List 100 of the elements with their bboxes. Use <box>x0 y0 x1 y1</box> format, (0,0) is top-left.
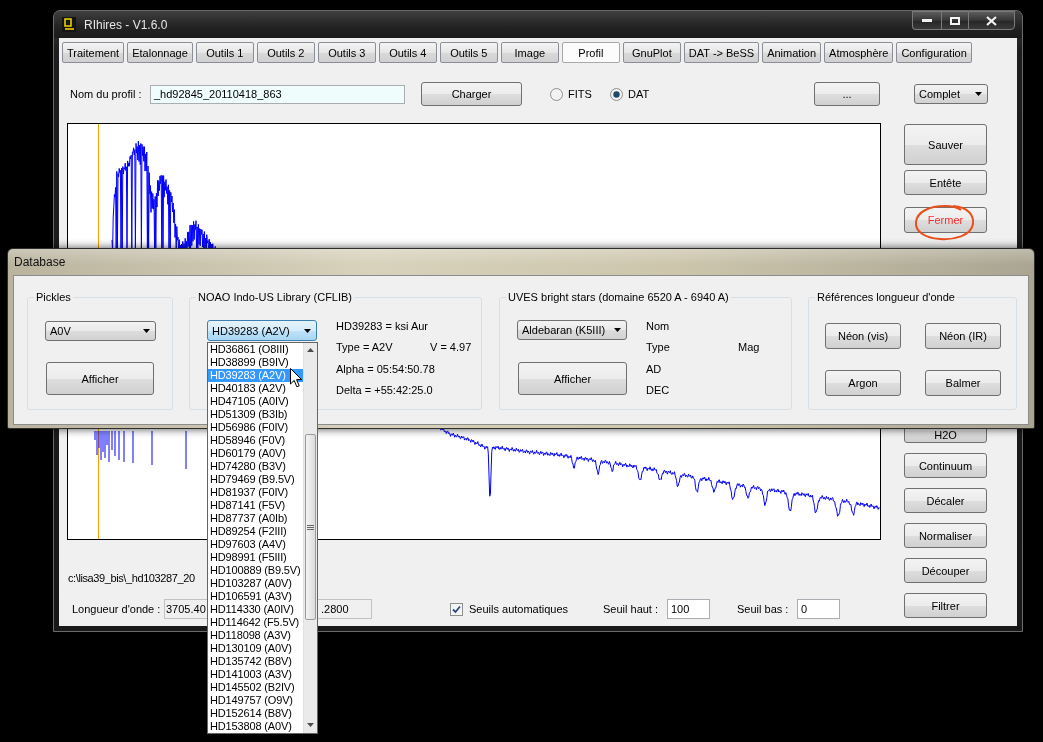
tab[interactable]: Outils 5 <box>439 42 498 63</box>
field-label: AD <box>646 362 662 375</box>
tab[interactable]: GnuPlot <box>622 42 681 63</box>
maximize-icon <box>950 16 960 25</box>
mouse-pointer-icon <box>290 368 303 388</box>
list-option[interactable]: HD149757 (O9V) <box>208 694 303 707</box>
dropdown[interactable]: A0V <box>45 321 156 341</box>
upper-threshold-field[interactable]: 100 <box>667 599 710 619</box>
list-option[interactable]: HD130109 (A0V) <box>208 642 303 655</box>
tab[interactable]: Traitement <box>62 42 125 63</box>
list-option[interactable]: HD153808 (A0V) <box>208 720 303 733</box>
tab[interactable]: Outils 3 <box>317 42 376 63</box>
tab[interactable]: DAT -> BeSS <box>683 42 760 63</box>
reference-button[interactable]: Néon (IR) <box>925 323 1001 349</box>
caret-icon <box>975 92 982 96</box>
field-label: Type <box>646 341 671 354</box>
side-button[interactable]: Entête <box>904 170 987 195</box>
tab[interactable]: Animation <box>762 42 822 63</box>
scroll-down-icon[interactable] <box>307 723 314 727</box>
tab[interactable]: Profil <box>561 42 620 63</box>
reference-button[interactable]: Argon <box>825 370 901 396</box>
list-option[interactable]: HD135742 (B8V) <box>208 655 303 668</box>
list-option[interactable]: HD89254 (F2III) <box>208 525 303 538</box>
radio-button[interactable] <box>550 87 563 101</box>
radio-label: DAT <box>628 88 650 100</box>
list-option[interactable]: HD36861 (O8III) <box>208 343 303 356</box>
side-button[interactable]: Décaler <box>904 488 987 513</box>
app-icon <box>62 17 76 32</box>
close-button[interactable] <box>968 11 1015 30</box>
dialog-title: Database <box>14 255 66 269</box>
reference-button[interactable]: Balmer <box>925 370 1001 396</box>
show-button[interactable]: Afficher <box>46 362 154 395</box>
lower-threshold-field[interactable]: 0 <box>797 599 840 619</box>
tab[interactable]: Outils 1 <box>195 42 254 63</box>
tab[interactable]: Outils 4 <box>378 42 437 63</box>
radio-button[interactable] <box>610 87 623 101</box>
list-option[interactable]: HD56986 (F0IV) <box>208 421 303 434</box>
list-option[interactable]: HD145502 (B2IV) <box>208 681 303 694</box>
tab[interactable]: Etalonnage <box>127 42 193 63</box>
list-option[interactable]: HD60179 (A0V) <box>208 447 303 460</box>
mode-dropdown[interactable]: Complet <box>914 84 988 104</box>
file-path: c:\lisa39_bis\_hd103287_20 <box>68 572 195 585</box>
list-option[interactable]: HD51309 (B3Ib) <box>208 408 303 421</box>
list-option[interactable]: HD103287 (A0V) <box>208 577 303 590</box>
side-button[interactable]: Sauver <box>904 124 987 165</box>
field-label: Nom <box>646 319 670 332</box>
list-option[interactable]: HD118098 (A3V) <box>208 629 303 642</box>
tab[interactable]: Atmosphère <box>824 42 894 63</box>
list-option[interactable]: HD74280 (B3V) <box>208 460 303 473</box>
dropdown[interactable]: Aldebaran (K5III) <box>517 320 627 340</box>
group-title: NOAO Indo-US Library (CFLIB) <box>197 290 354 304</box>
side-button[interactable]: Filtrer <box>904 593 987 618</box>
group-title: UVES bright stars (domaine 6520 A - 6940 A) <box>507 290 730 304</box>
reference-button[interactable]: Néon (vis) <box>825 323 901 349</box>
scroll-thumb[interactable] <box>305 434 316 620</box>
declination-text: Delta = +55:42:25.0 <box>336 384 433 397</box>
list-option[interactable]: HD79469 (B9.5V) <box>208 473 303 486</box>
group-title: Pickles <box>35 290 72 304</box>
list-option[interactable]: HD47105 (A0IV) <box>208 395 303 408</box>
checkbox[interactable] <box>450 602 463 616</box>
side-button[interactable]: Découper <box>904 558 987 583</box>
maximize-button[interactable] <box>941 11 968 30</box>
dropdown[interactable]: HD39283 (A2V) <box>207 320 317 341</box>
list-option[interactable]: HD87141 (F5V) <box>208 499 303 512</box>
caret-icon <box>143 329 150 333</box>
list-option[interactable]: HD100889 (B9.5V) <box>208 564 303 577</box>
load-button[interactable]: Charger <box>421 82 522 106</box>
list-option[interactable]: HD87737 (A0Ib) <box>208 512 303 525</box>
scroll-up-icon[interactable] <box>307 348 314 352</box>
caret-icon <box>304 328 311 333</box>
list-option[interactable]: HD152614 (B8V) <box>208 707 303 720</box>
list-option[interactable]: HD98991 (F5III) <box>208 551 303 564</box>
side-button[interactable]: Normaliser <box>904 523 987 548</box>
list-option[interactable]: HD97603 (A4V) <box>208 538 303 551</box>
minimize-button[interactable] <box>912 11 941 30</box>
group-title: Références longueur d'onde <box>816 290 956 304</box>
show-button[interactable]: Afficher <box>518 362 627 395</box>
scrollbar[interactable] <box>303 343 317 733</box>
star-name-text: HD39283 = ksi Aur <box>336 319 429 332</box>
grip-icon <box>307 524 314 530</box>
radio-label: FITS <box>568 88 592 100</box>
field-label: Nom du profil : <box>70 88 143 100</box>
side-button[interactable]: Continuum <box>904 453 987 478</box>
tab[interactable]: Outils 2 <box>256 42 315 63</box>
browse-button[interactable]: ... <box>814 82 880 106</box>
list-option[interactable]: HD81937 (F0IV) <box>208 486 303 499</box>
list-option[interactable]: HD58946 (F0V) <box>208 434 303 447</box>
list-option[interactable]: HD38899 (B9IV) <box>208 356 303 369</box>
caret-icon <box>614 328 621 332</box>
field-label: DEC <box>646 384 670 397</box>
profile-name-field[interactable]: _hd92845_20110418_863 <box>150 84 405 104</box>
spectral-type-text: Type = A2V <box>336 341 394 354</box>
list-option[interactable]: HD114642 (F5.5V) <box>208 616 303 629</box>
tab[interactable]: Configuration <box>896 42 972 63</box>
tab[interactable]: Image <box>500 42 559 63</box>
list-option[interactable]: HD141003 (A3V) <box>208 668 303 681</box>
field-label: Seuil haut : <box>603 603 660 615</box>
checkbox-label: Seuils automatiques <box>469 603 569 615</box>
wavelength-end-field[interactable]: .2800 <box>317 599 372 619</box>
window-title: RIhires - V1.6.0 <box>84 17 168 32</box>
